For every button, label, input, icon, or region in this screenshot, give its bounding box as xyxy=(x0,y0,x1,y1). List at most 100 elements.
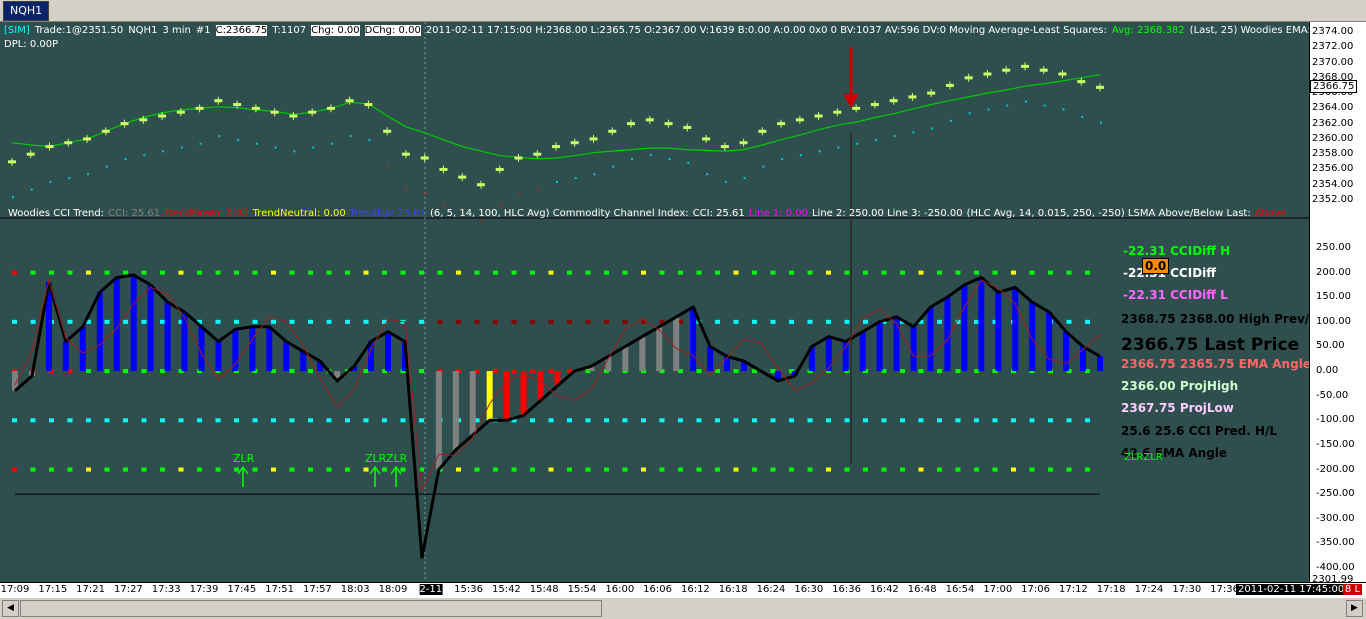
time-tick-label: 16:00 xyxy=(605,584,635,595)
cci-level-dot xyxy=(696,467,702,472)
cci-level-dot xyxy=(696,418,702,423)
horizontal-scrollbar[interactable]: ◀ ▶ xyxy=(0,598,1366,619)
header-field: Trade:1@2351.50 xyxy=(34,25,124,36)
cci-level-dot xyxy=(807,270,813,275)
scroll-thumb[interactable] xyxy=(20,600,602,617)
cci-level-dot xyxy=(289,467,295,472)
cci-level-dot xyxy=(826,270,831,275)
time-tick-label: 17:51 xyxy=(265,584,295,595)
cci-level-dot xyxy=(1085,270,1090,275)
time-tick-label: 16:36 xyxy=(832,584,862,595)
cci-level-dot xyxy=(86,270,91,275)
chart-canvas[interactable]: ZLR ZLR ZLR xyxy=(0,22,1366,582)
cci-level-dot xyxy=(530,369,535,374)
cci-level-dot xyxy=(49,418,54,423)
cci-level-dot xyxy=(86,369,91,374)
stop-dot xyxy=(874,138,877,141)
legend-entry: 2366.00 ProjHigh xyxy=(1121,379,1239,393)
cci-level-dot xyxy=(641,418,646,423)
time-tick-label: 15:48 xyxy=(529,584,559,595)
stop-dot xyxy=(349,135,352,138)
cci-level-dot xyxy=(308,270,313,275)
cci-level-dot xyxy=(345,270,350,275)
cci-level-dot xyxy=(363,467,369,472)
cci-level-dot xyxy=(345,418,350,423)
cci-level-dot xyxy=(308,369,313,374)
cci-level-dot xyxy=(548,369,554,374)
stop-dot xyxy=(537,188,540,191)
cci-level-dot xyxy=(326,467,332,472)
zlr-label: ZLR xyxy=(365,452,387,465)
cci-level-dot xyxy=(604,418,609,423)
cci-level-dot xyxy=(363,369,369,374)
cci-level-dot xyxy=(1066,467,1072,472)
cci-level-dot xyxy=(197,270,202,275)
cci-level-dot xyxy=(992,418,998,423)
cci-level-dot xyxy=(530,319,535,324)
stop-dot xyxy=(499,203,502,206)
scroll-left-button[interactable]: ◀ xyxy=(2,600,19,617)
cci-histogram-bar xyxy=(622,346,629,372)
cci-level-dot xyxy=(437,270,443,275)
stop-dot xyxy=(387,165,390,168)
stop-dot xyxy=(893,135,896,138)
cci-level-dot xyxy=(345,467,350,472)
stop-dot xyxy=(1006,104,1009,107)
time-tick-label: 17:45 xyxy=(227,584,257,595)
cci-level-dot xyxy=(807,319,813,324)
cci-level-dot xyxy=(863,319,868,324)
tab-bar: NQH1 xyxy=(0,0,1366,22)
scroll-right-button[interactable]: ▶ xyxy=(1346,600,1363,617)
cci-level-dot xyxy=(992,467,998,472)
cci-level-dot xyxy=(678,467,683,472)
cci-level-dot xyxy=(197,418,202,423)
stop-dot xyxy=(162,150,165,153)
cci-level-dot xyxy=(1011,467,1016,472)
cci-level-dot xyxy=(308,319,313,324)
cci-level-dot xyxy=(789,319,794,324)
cci-level-dot xyxy=(12,418,17,423)
cci-level-dot xyxy=(567,319,572,324)
cci-level-dot xyxy=(770,319,776,324)
cci-histogram-bar xyxy=(520,371,527,416)
cci-level-dot xyxy=(881,418,887,423)
cci-level-dot xyxy=(974,319,979,324)
cci-level-dot xyxy=(160,270,165,275)
cci-level-dot xyxy=(456,319,461,324)
cci-level-dot xyxy=(659,467,665,472)
cci-histogram-bar xyxy=(1029,302,1036,372)
tab-nqh1[interactable]: NQH1 xyxy=(3,1,50,21)
price-tick-label: 2362.00 xyxy=(1312,117,1354,129)
cci-level-dot xyxy=(733,369,739,374)
cci-level-dot xyxy=(12,319,17,324)
cci-histogram-bar xyxy=(724,356,731,372)
chart-area[interactable]: ZLR ZLR ZLR [SIM] Trade:1@2351.50 NQH1 3 min #… xyxy=(0,22,1366,582)
stop-dot xyxy=(949,119,952,122)
zlr-arrow xyxy=(390,465,402,487)
cci-level-dot xyxy=(456,270,461,275)
cci-level-dot xyxy=(918,369,924,374)
time-tick-label: 2-11 xyxy=(419,584,443,595)
time-tick-label: 17:00 xyxy=(983,584,1013,595)
price-tick-label: 2352.00 xyxy=(1312,194,1354,205)
cci-level-dot xyxy=(1066,270,1072,275)
cci-level-dot xyxy=(844,418,850,423)
cci-level-dot xyxy=(715,270,720,275)
time-tick-label: 16:54 xyxy=(945,584,975,595)
cci-line xyxy=(14,273,1101,559)
cci-level-dot xyxy=(659,418,665,423)
cci-level-dot xyxy=(622,418,628,423)
cci-level-dot xyxy=(178,467,184,472)
stop-dot xyxy=(312,146,315,149)
cci-histogram-bar xyxy=(893,316,900,372)
cci-level-dot xyxy=(123,319,128,324)
cci-level-dot xyxy=(955,369,961,374)
cci-level-dot xyxy=(215,418,221,423)
cci-histogram-bar xyxy=(96,292,103,372)
cci-level-dot xyxy=(141,369,147,374)
price-tick-label: 2360.00 xyxy=(1312,132,1354,144)
stop-dot xyxy=(856,142,859,145)
cci-level-dot xyxy=(104,319,110,324)
cci-histogram-bar xyxy=(1046,312,1053,372)
header-field: T:1107 xyxy=(272,25,307,36)
